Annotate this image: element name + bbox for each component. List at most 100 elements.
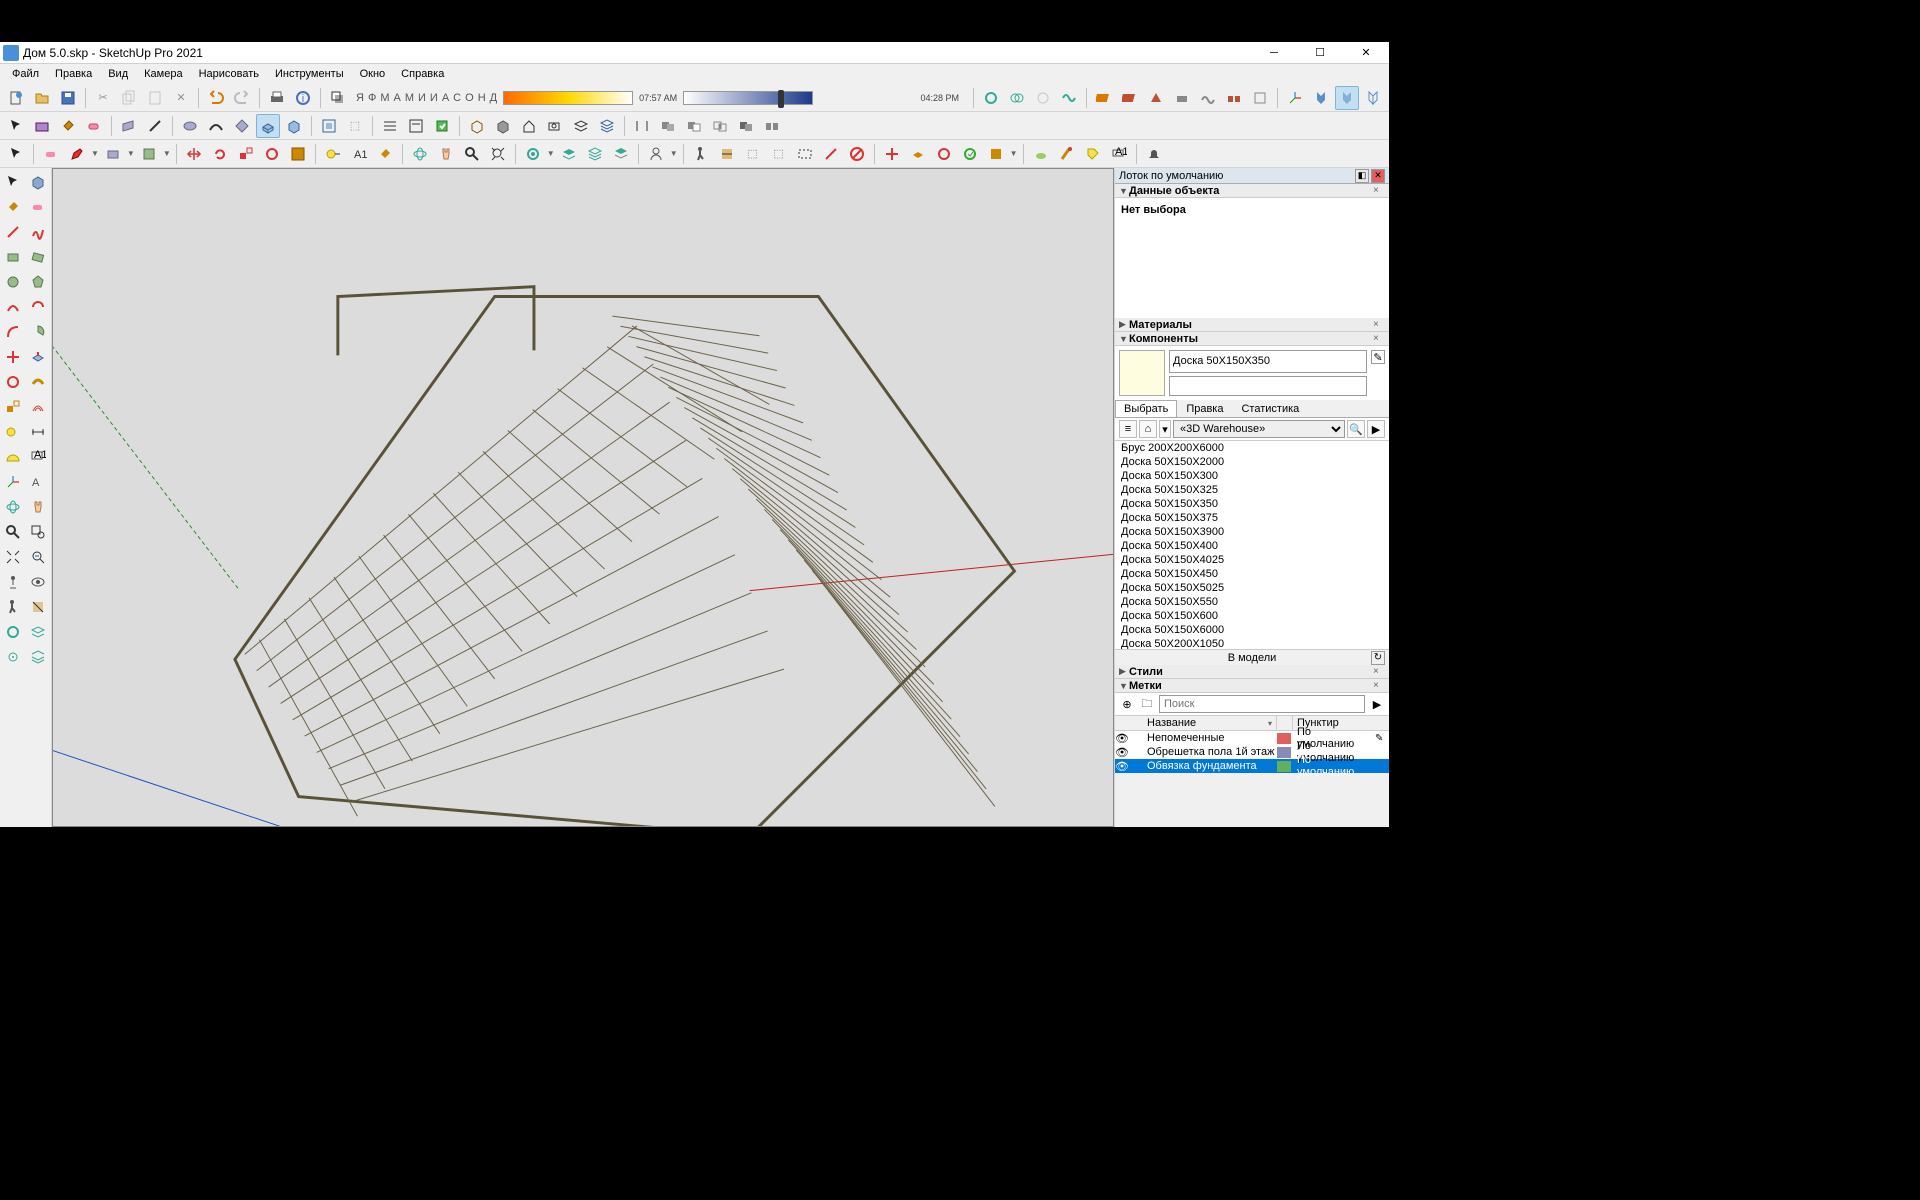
col-name[interactable]: Название▾	[1143, 716, 1277, 730]
sandbox-1-icon[interactable]	[1092, 86, 1116, 110]
pencil-icon[interactable]: ✎	[1375, 733, 1389, 744]
lt-position-icon[interactable]	[2, 570, 25, 593]
time-slider[interactable]	[683, 91, 813, 105]
section-tags-header[interactable]: ▼Метки×	[1115, 679, 1389, 693]
tag-folder-icon[interactable]: 🗀	[1139, 696, 1155, 712]
tag-color-swatch[interactable]	[1277, 733, 1291, 744]
move-tool-2-icon[interactable]: ⬚	[343, 114, 367, 138]
comp-dropdown-icon[interactable]: ▾	[1159, 420, 1171, 438]
tab-edit[interactable]: Правка	[1177, 400, 1232, 417]
lt-followme-icon[interactable]	[27, 370, 50, 393]
comp-search-select[interactable]: «3D Warehouse»	[1173, 420, 1345, 438]
menu-file[interactable]: Файл	[4, 66, 47, 82]
red-move-icon[interactable]	[880, 142, 904, 166]
sandbox-6-icon[interactable]	[1222, 86, 1246, 110]
solid-tools-2-icon[interactable]	[1005, 86, 1029, 110]
red-push-icon[interactable]	[906, 142, 930, 166]
delete-icon[interactable]: ✕	[169, 86, 193, 110]
line-tool-icon[interactable]	[143, 114, 167, 138]
lt-select-icon[interactable]	[2, 170, 25, 193]
minimize-button[interactable]: ─	[1251, 42, 1297, 64]
lt-3dtext-icon[interactable]: A	[27, 470, 50, 493]
component-list-item[interactable]: Доска 50X150X600	[1115, 609, 1389, 623]
axes-icon[interactable]	[1283, 86, 1307, 110]
sandbox-7-icon[interactable]	[1248, 86, 1272, 110]
view-back-icon[interactable]	[1309, 86, 1333, 110]
solid-union-icon[interactable]	[656, 114, 680, 138]
open-file-icon[interactable]	[30, 86, 54, 110]
lt-eraser-icon[interactable]	[27, 195, 50, 218]
rectangle-tool-icon[interactable]	[117, 114, 141, 138]
tags-menu-icon[interactable]: ▶	[1369, 696, 1385, 712]
tab-stats[interactable]: Статистика	[1232, 400, 1308, 417]
select-icon[interactable]	[4, 142, 28, 166]
3d-box2-icon[interactable]	[491, 114, 515, 138]
menu-view[interactable]: Вид	[100, 66, 136, 82]
scale-small-icon[interactable]	[234, 142, 258, 166]
section5-icon[interactable]	[819, 142, 843, 166]
lt-layers2-icon[interactable]	[27, 645, 50, 668]
model-info-icon[interactable]: i	[291, 86, 315, 110]
comp-nav-icon[interactable]: ▶	[1367, 420, 1385, 438]
section-components-header[interactable]: ▼Компоненты×	[1115, 332, 1389, 346]
lt-arc2-icon[interactable]	[27, 295, 50, 318]
section4-icon[interactable]	[793, 142, 817, 166]
sandbox-2-icon[interactable]	[1118, 86, 1142, 110]
print-icon[interactable]	[265, 86, 289, 110]
pan-icon[interactable]	[434, 142, 458, 166]
component-list-item[interactable]: Доска 50X150X400	[1115, 539, 1389, 553]
lt-look-icon[interactable]	[27, 570, 50, 593]
copy-icon[interactable]	[117, 86, 141, 110]
red-rotate-icon[interactable]	[932, 142, 956, 166]
section-materials-header[interactable]: ▶Материалы×	[1115, 318, 1389, 332]
circle-tool-icon[interactable]	[178, 114, 202, 138]
lt-dim-icon[interactable]	[27, 420, 50, 443]
sandbox-4-icon[interactable]	[1170, 86, 1194, 110]
section2-icon[interactable]: ⬚	[741, 142, 765, 166]
shape2-icon[interactable]	[137, 142, 161, 166]
visibility-icon[interactable]: 👁	[1115, 732, 1129, 745]
settings-gear-icon[interactable]	[521, 142, 545, 166]
component-list-item[interactable]: Доска 50X150X6000	[1115, 623, 1389, 637]
tag-color-swatch[interactable]	[1277, 747, 1291, 758]
date-slider[interactable]	[503, 91, 633, 105]
solid-intersect-icon[interactable]	[708, 114, 732, 138]
component-list-item[interactable]: Брус 200X200X6000	[1115, 441, 1389, 455]
refresh-icon[interactable]: ↻	[1371, 651, 1385, 665]
component-list-item[interactable]: Доска 50X150X350	[1115, 497, 1389, 511]
layers5-icon[interactable]	[609, 142, 633, 166]
orbit-icon[interactable]	[408, 142, 432, 166]
comp-search-icon[interactable]: 🔍	[1347, 420, 1365, 438]
component-list-item[interactable]: Доска 50X150X325	[1115, 483, 1389, 497]
house-icon[interactable]	[517, 114, 541, 138]
eraser-icon[interactable]	[82, 114, 106, 138]
layers2-icon[interactable]	[595, 114, 619, 138]
camera-icon[interactable]	[543, 114, 567, 138]
comp-list-view-icon[interactable]: ≡	[1119, 420, 1137, 438]
move-icon[interactable]	[182, 142, 206, 166]
lt-pie-icon[interactable]	[27, 320, 50, 343]
tags-search-input[interactable]	[1159, 695, 1365, 713]
rotate-icon[interactable]	[260, 142, 284, 166]
section6-icon[interactable]	[845, 142, 869, 166]
lt-zoom-icon[interactable]	[2, 520, 25, 543]
label-icon[interactable]: A1	[1107, 142, 1131, 166]
outliner-icon[interactable]	[378, 114, 402, 138]
push-pull-icon[interactable]	[256, 114, 280, 138]
tab-select[interactable]: Выбрать	[1115, 400, 1177, 417]
component-name-input[interactable]	[1169, 350, 1367, 373]
match-icon[interactable]	[1055, 142, 1079, 166]
lt-text-icon[interactable]: A1	[27, 445, 50, 468]
tray-header[interactable]: Лоток по умолчанию ◧ ✕	[1115, 168, 1389, 184]
layers3-icon[interactable]	[557, 142, 581, 166]
lt-arc3-icon[interactable]	[2, 320, 25, 343]
extension-icon[interactable]	[430, 114, 454, 138]
solid-tools-3-icon[interactable]	[1031, 86, 1055, 110]
component-list-item[interactable]: Доска 50X150X4025	[1115, 553, 1389, 567]
tag-color-swatch[interactable]	[1277, 761, 1291, 772]
make-component-icon[interactable]	[30, 114, 54, 138]
lt-axes-icon[interactable]	[2, 470, 25, 493]
component-list-item[interactable]: Доска 50X150X550	[1115, 595, 1389, 609]
component-list-item[interactable]: Доска 50X150X2000	[1115, 455, 1389, 469]
rotate-small-icon[interactable]	[208, 142, 232, 166]
